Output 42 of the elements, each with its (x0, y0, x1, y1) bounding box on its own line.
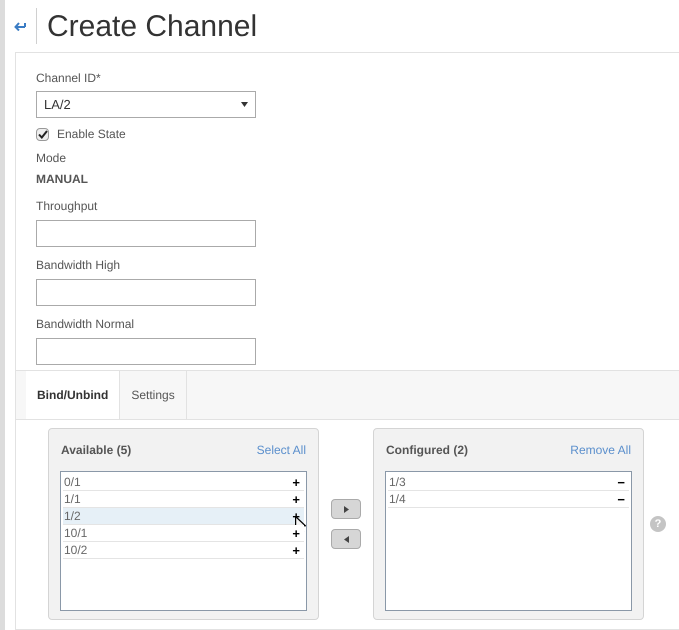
item-action[interactable]: − (617, 476, 625, 488)
move-left-button[interactable] (331, 529, 361, 549)
input-field[interactable] (36, 279, 256, 306)
list-item[interactable]: 10/2 + (63, 542, 304, 559)
item-action[interactable]: + (292, 476, 300, 488)
dropdown-caret-icon (241, 102, 248, 107)
back-arrow-icon[interactable] (14, 21, 26, 31)
item-action[interactable]: + (292, 492, 300, 506)
field-label: Bandwidth Normal (36, 316, 136, 333)
page-title: Create Channel (47, 8, 258, 44)
item-label: 0/1 (64, 474, 81, 491)
right-triangle-icon (344, 506, 348, 512)
move-right-button[interactable] (331, 499, 361, 519)
checkbox-label: Enable State (57, 126, 126, 143)
tab[interactable]: Settings (120, 371, 187, 419)
left-triangle-icon (344, 536, 348, 542)
enable-state-checkbox[interactable] (36, 128, 49, 140)
field-label: Throughput (36, 198, 98, 215)
item-label: 10/2 (64, 542, 88, 559)
input-field[interactable] (36, 220, 256, 247)
list-item[interactable]: 1/3 − (388, 474, 629, 491)
list-item[interactable]: 0/1 + (63, 474, 304, 491)
item-label: 10/1 (64, 525, 88, 542)
input-field[interactable] (36, 338, 256, 365)
list-item[interactable]: 1/1 + (63, 491, 304, 508)
field-label: Bandwidth High (36, 257, 122, 274)
item-label: 1/1 (64, 491, 81, 508)
panel-title: Configured (2) (386, 442, 468, 459)
item-action[interactable]: − (617, 492, 625, 506)
panel-title: Available (5) (61, 442, 132, 459)
list-item[interactable]: 1/4 − (388, 491, 629, 508)
field-label: Mode (36, 150, 68, 167)
list-item[interactable]: 10/1 + (63, 525, 304, 542)
channel-id-dropdown[interactable]: LA/2 (36, 91, 256, 118)
mode-value: MANUAL (36, 171, 89, 188)
item-action[interactable]: + (292, 526, 300, 540)
item-label: 1/4 (389, 491, 406, 508)
item-label: 1/3 (389, 474, 406, 491)
item-action[interactable]: + (292, 544, 300, 556)
item-label: 1/2 (64, 508, 81, 525)
tab[interactable]: Bind/Unbind (26, 371, 120, 419)
field-label: Channel ID* (36, 70, 102, 87)
